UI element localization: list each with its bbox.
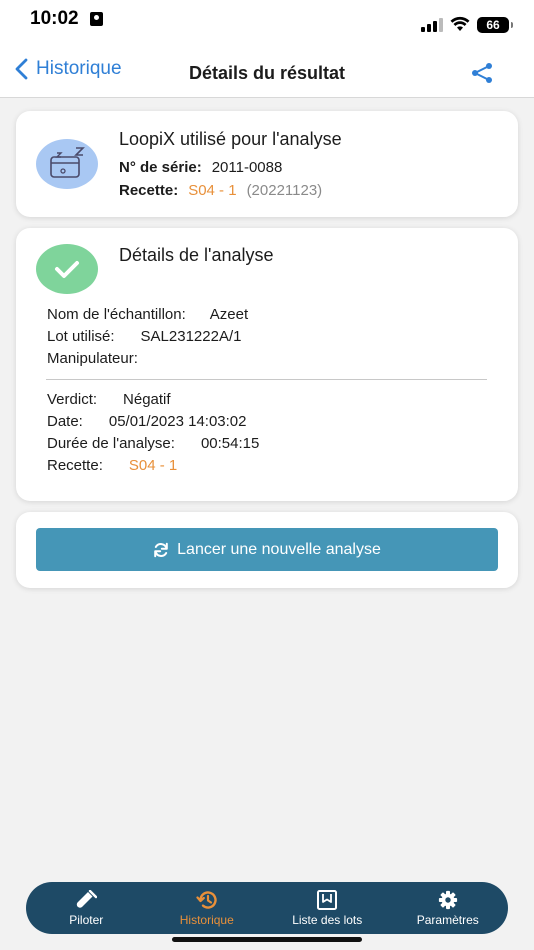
lot-label: Lot utilisé: xyxy=(47,328,115,345)
operator-row: Manipulateur: xyxy=(47,350,148,367)
device-recipe-value[interactable]: S04 - 1 xyxy=(188,182,236,199)
lot-row: Lot utilisé: SAL231222A/1 xyxy=(47,328,241,345)
analysis-card: Détails de l'analyse Nom de l'échantillo… xyxy=(16,228,518,501)
tab-piloter[interactable]: Piloter xyxy=(26,882,146,934)
share-icon[interactable] xyxy=(470,62,494,84)
verdict-row: Verdict: Négatif xyxy=(47,391,171,408)
operator-label: Manipulateur: xyxy=(47,350,138,367)
date-label: Date: xyxy=(47,413,83,430)
action-card: Lancer une nouvelle analyse xyxy=(16,512,518,588)
refresh-icon xyxy=(154,542,168,557)
device-recipe-label: Recette: xyxy=(119,182,179,199)
tab-label-parametres: Paramètres xyxy=(416,912,479,927)
tab-parametres[interactable]: Paramètres xyxy=(388,882,508,934)
status-bar: 10:02 66 xyxy=(0,0,534,44)
history-icon xyxy=(196,890,217,909)
lot-value: SAL231222A/1 xyxy=(140,328,242,345)
battery-icon: 66 xyxy=(477,17,513,33)
device-recipe-date: (20221123) xyxy=(246,182,323,199)
serial-row: N° de série: 2011-0088 xyxy=(119,159,282,176)
sample-value: Azeet xyxy=(209,306,249,323)
tab-liste-des-lots[interactable]: Liste des lots xyxy=(267,882,387,934)
tab-historique[interactable]: Historique xyxy=(147,882,267,934)
tab-bar: Piloter Historique Liste des lots Paramè… xyxy=(26,882,508,934)
sample-label: Nom de l'échantillon: xyxy=(47,306,186,323)
wifi-icon xyxy=(450,16,470,31)
analysis-recipe-row: Recette: S04 - 1 xyxy=(47,457,177,474)
verdict-value: Négatif xyxy=(123,391,171,408)
test-tube-icon xyxy=(77,889,98,908)
duration-row: Durée de l'analyse: 00:54:15 xyxy=(47,435,259,452)
device-recipe-row: Recette: S04 - 1 (20221123) xyxy=(119,182,322,199)
date-value: 05/01/2023 14:03:02 xyxy=(108,413,247,430)
tab-label-piloter: Piloter xyxy=(69,912,104,927)
device-avatar xyxy=(36,139,98,189)
duration-label: Durée de l'analyse: xyxy=(47,435,175,452)
gear-icon xyxy=(438,890,457,909)
device-sleep-icon xyxy=(50,147,85,178)
page-title: Détails du résultat xyxy=(188,63,346,83)
lots-list-icon xyxy=(317,889,338,910)
navigation-bar: Historique Détails du résultat xyxy=(0,44,534,98)
analysis-recipe-value[interactable]: S04 - 1 xyxy=(129,457,177,474)
serial-value: 2011-0088 xyxy=(211,159,283,176)
analysis-card-title: Détails de l'analyse xyxy=(119,245,274,265)
device-card: LoopiX utilisé pour l'analyse N° de séri… xyxy=(16,111,518,217)
analysis-recipe-label: Recette: xyxy=(47,457,103,474)
device-card-title: LoopiX utilisé pour l'analyse xyxy=(119,129,342,149)
contact-card-icon xyxy=(90,12,103,26)
divider xyxy=(46,379,487,380)
tab-label-historique: Historique xyxy=(179,912,234,927)
duration-value: 00:54:15 xyxy=(200,435,260,452)
checkmark-icon xyxy=(55,261,79,278)
status-time: 10:02 xyxy=(30,8,79,29)
new-analysis-label: Lancer une nouvelle analyse xyxy=(177,540,381,558)
sample-row: Nom de l'échantillon: Azeet xyxy=(47,306,248,323)
home-indicator[interactable] xyxy=(172,937,362,942)
verdict-label: Verdict: xyxy=(47,391,98,408)
cellular-signal-icon xyxy=(421,18,443,32)
result-avatar xyxy=(36,244,98,294)
new-analysis-button[interactable]: Lancer une nouvelle analyse xyxy=(36,528,498,571)
serial-label: N° de série: xyxy=(119,159,202,176)
date-row: Date: 05/01/2023 14:03:02 xyxy=(47,413,247,430)
tab-label-liste-des-lots: Liste des lots xyxy=(292,912,363,927)
